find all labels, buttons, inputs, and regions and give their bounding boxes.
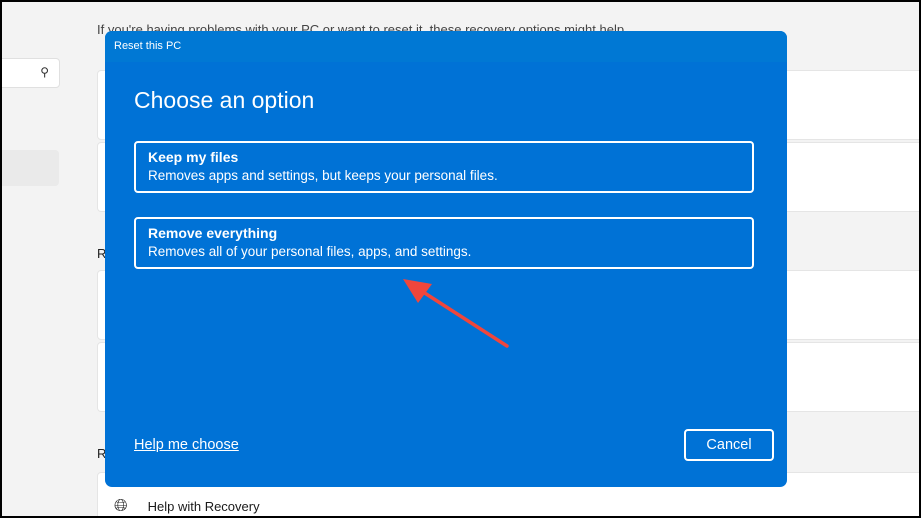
- annotation-arrow-icon: [403, 279, 509, 348]
